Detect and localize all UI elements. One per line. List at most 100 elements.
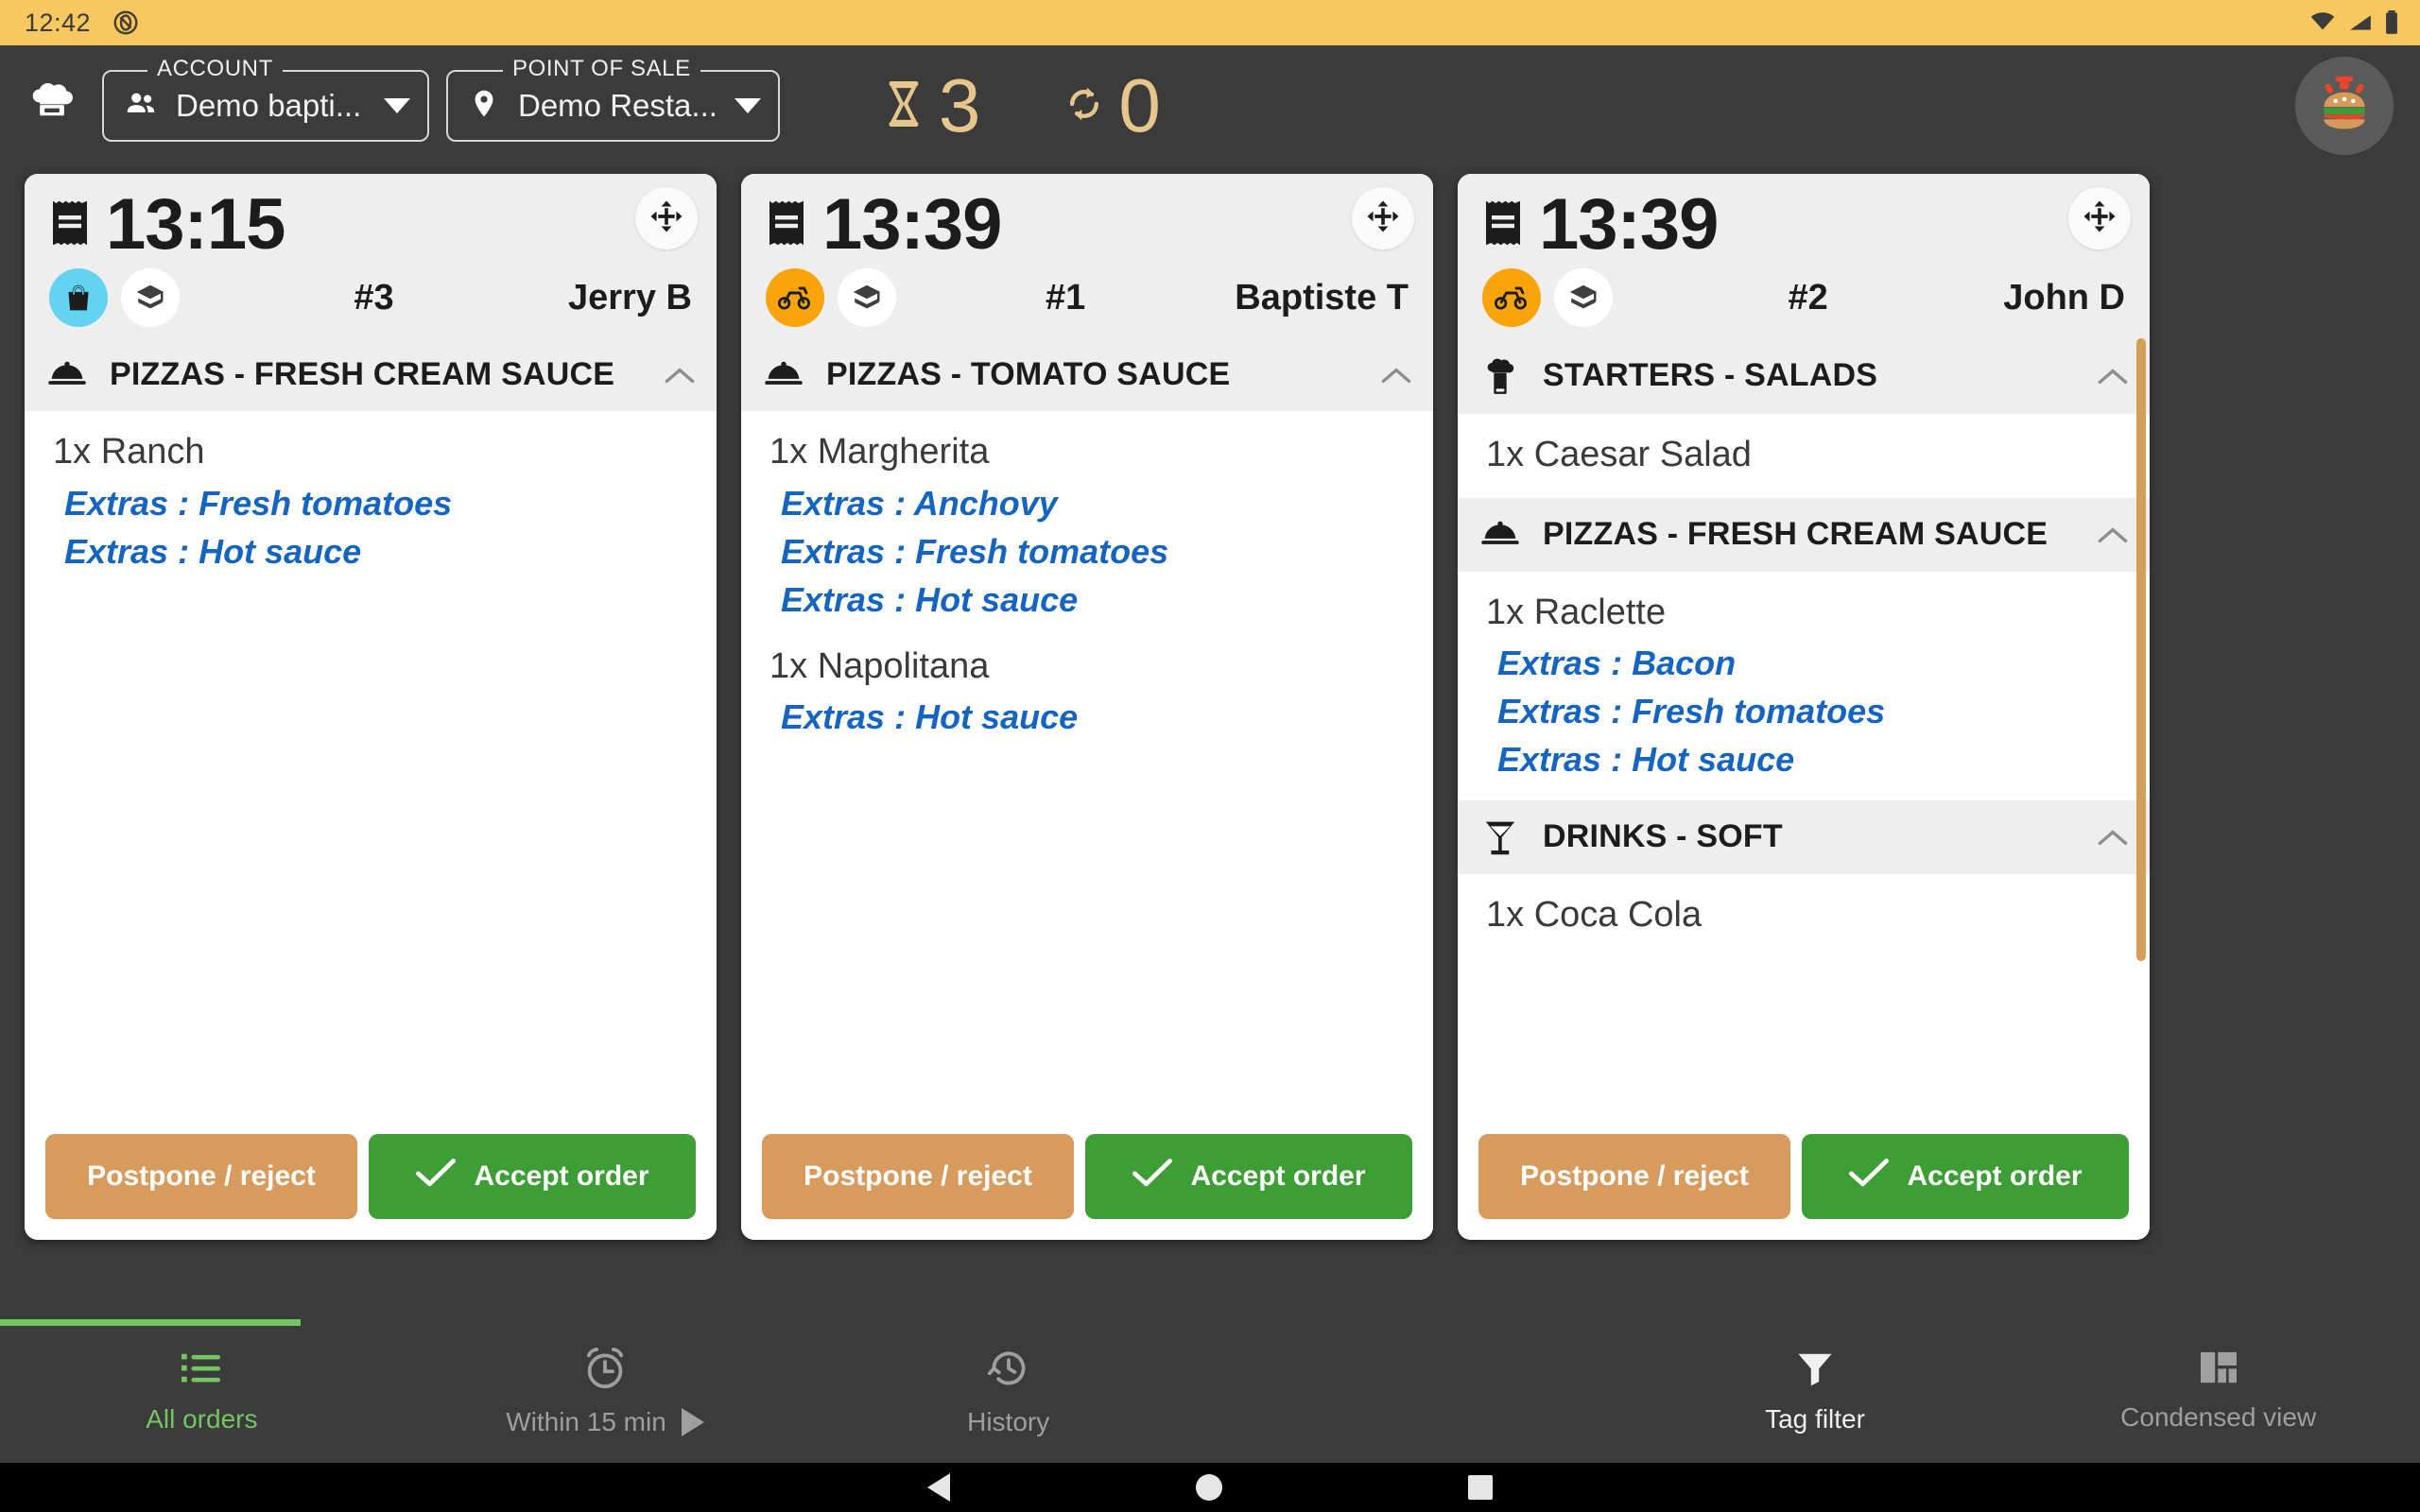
account-selector[interactable]: ACCOUNT Demo bapti... — [102, 56, 429, 142]
order-number: #1 — [1046, 277, 1086, 318]
home-circle-icon[interactable] — [1196, 1474, 1222, 1501]
nav-label-history: History — [967, 1406, 1050, 1436]
order-time: 13:39 — [1539, 184, 1719, 265]
order-item-name: 1x Caesar Salad — [1486, 435, 1752, 474]
order-card-header: 13:39 #2 John D — [1458, 174, 2150, 338]
receipt-icon — [1482, 198, 1524, 252]
accept-order-label: Accept order — [1907, 1160, 2083, 1192]
accept-order-button[interactable]: Accept order — [369, 1134, 696, 1219]
order-item-name: 1x Margherita — [769, 432, 990, 472]
category-title: PIZZAS - FRESH CREAM SAUCE — [110, 356, 615, 392]
postpone-reject-button[interactable]: Postpone / reject — [762, 1134, 1074, 1219]
order-card[interactable]: 13:15 #3 Jerry B PIZZAS - FRESH CREAM SA… — [25, 174, 717, 1240]
order-card-actions: Postpone / reject Accept order — [25, 1117, 717, 1240]
recents-square-icon[interactable] — [1468, 1475, 1493, 1500]
order-item: 1x Napolitana Extras : Hot sauce — [769, 641, 1405, 741]
order-item-extra: Extras : Hot sauce — [64, 531, 362, 571]
order-item-name: 1x Raclette — [1486, 592, 1667, 632]
order-card-body: PIZZAS - FRESH CREAM SAUCE 1x Ranch Extr… — [25, 338, 717, 1117]
category-header[interactable]: STARTERS - SALADS — [1458, 338, 2150, 414]
pending-orders-count: 3 — [938, 63, 981, 147]
order-card-scrollbar-thumb[interactable] — [2136, 338, 2146, 962]
nav-item-condensed-view[interactable]: Condensed view — [2016, 1319, 2420, 1463]
check-icon — [415, 1157, 457, 1196]
order-channel-badge — [121, 268, 180, 327]
status-bar-system-icons — [2308, 0, 2399, 45]
order-card[interactable]: 13:39 #1 Baptiste T PIZZAS - TOMATO SAUC… — [741, 174, 1433, 1240]
accept-order-button[interactable]: Accept order — [1802, 1134, 2129, 1219]
order-time: 13:15 — [106, 184, 285, 265]
android-system-navigation — [0, 1463, 2420, 1512]
category-items: 1x Caesar Salad — [1458, 414, 2150, 499]
category-items: 1x Ranch Extras : Fresh tomatoes Extras … — [25, 411, 717, 593]
orders-list: 13:15 #3 Jerry B PIZZAS - FRESH CREAM SA… — [0, 166, 2420, 1247]
postpone-reject-button[interactable]: Postpone / reject — [1478, 1134, 1790, 1219]
hourglass-icon — [882, 78, 925, 134]
chevron-up-icon[interactable] — [2097, 367, 2129, 386]
move-order-button[interactable] — [2068, 187, 2131, 249]
order-type-badge-delivery — [1482, 268, 1541, 327]
order-card-body: STARTERS - SALADS 1x Caesar Salad PIZZAS… — [1458, 338, 2150, 1117]
move-arrows-icon — [2082, 198, 2118, 239]
category-header[interactable]: PIZZAS - FRESH CREAM SAUCE — [1458, 498, 2150, 572]
order-channel-badge — [838, 268, 896, 327]
app-header: ACCOUNT Demo bapti... POINT OF SALE Demo… — [0, 45, 2420, 166]
chef-hat-icon — [1478, 355, 1522, 397]
signal-icon — [2350, 15, 2371, 30]
order-item-extra: Extras : Fresh tomatoes — [64, 483, 453, 523]
nav-label-tag-filter: Tag filter — [1765, 1403, 1865, 1434]
nav-label-all-orders: All orders — [146, 1403, 258, 1434]
move-order-button[interactable] — [635, 187, 698, 249]
order-item: 1x Coca Cola — [1486, 889, 2121, 941]
nav-item-all-orders[interactable]: All orders — [0, 1319, 404, 1463]
chef-hat-icon — [23, 77, 81, 135]
bottom-navigation: All orders Within 15 min History Tag fil… — [0, 1319, 2420, 1463]
cloche-icon — [45, 360, 89, 390]
category-items: 1x Raclette Extras : Bacon Extras : Fres… — [1458, 571, 2150, 800]
header-counters: 3 0 — [882, 68, 1161, 144]
check-icon — [1848, 1157, 1890, 1196]
postpone-reject-button[interactable]: Postpone / reject — [45, 1134, 357, 1219]
order-item-name: 1x Napolitana — [769, 645, 990, 686]
back-triangle-icon[interactable] — [927, 1473, 950, 1502]
order-time: 13:39 — [822, 184, 1002, 265]
category-header[interactable]: PIZZAS - FRESH CREAM SAUCE — [25, 338, 717, 412]
cloche-icon — [1478, 520, 1522, 550]
order-item-extra: Extras : Hot sauce — [781, 696, 1079, 736]
order-card-scrollbar[interactable] — [2136, 338, 2146, 1117]
category-header[interactable]: DRINKS - SOFT — [1458, 799, 2150, 874]
nav-item-tag-filter[interactable]: Tag filter — [1614, 1319, 2017, 1463]
nav-item-within-15-min[interactable]: Within 15 min — [404, 1319, 807, 1463]
nav-item-history[interactable]: History — [806, 1319, 1210, 1463]
chevron-up-icon[interactable] — [2097, 828, 2129, 847]
chevron-up-icon[interactable] — [1380, 366, 1412, 385]
category-items: 1x Coca Cola — [1458, 873, 2150, 959]
order-number: #3 — [354, 277, 394, 318]
order-card-body: PIZZAS - TOMATO SAUCE 1x Margherita Extr… — [741, 338, 1433, 1117]
avatar[interactable] — [2295, 57, 2394, 155]
move-order-button[interactable] — [1352, 187, 1414, 249]
accept-order-button[interactable]: Accept order — [1085, 1134, 1412, 1219]
point-of-sale-selector-value: Demo Resta... — [518, 88, 717, 123]
play-triangle-icon[interactable] — [681, 1407, 704, 1436]
syncing-orders-count: 0 — [1118, 63, 1161, 147]
order-card[interactable]: 13:39 #2 John D STARTERS - SALADS 1x Cae… — [1458, 174, 2150, 1240]
receipt-icon — [766, 198, 807, 252]
order-item-extra: Extras : Fresh tomatoes — [781, 531, 1169, 571]
sync-icon — [1063, 83, 1105, 129]
pending-orders-counter: 3 — [882, 63, 981, 147]
category-header[interactable]: PIZZAS - TOMATO SAUCE — [741, 338, 1433, 412]
point-of-sale-selector-legend: POINT OF SALE — [503, 56, 700, 82]
android-status-bar: 12:42 — [0, 0, 2420, 45]
chevron-up-icon[interactable] — [664, 366, 696, 385]
alarm-clock-icon — [582, 1346, 628, 1396]
cloche-icon — [762, 360, 805, 390]
move-arrows-icon — [648, 198, 684, 239]
people-icon — [123, 86, 159, 127]
chevron-up-icon[interactable] — [2097, 525, 2129, 544]
nav-label-within-15-min: Within 15 min — [506, 1406, 666, 1436]
point-of-sale-selector[interactable]: POINT OF SALE Demo Resta... — [446, 56, 780, 142]
category-title: STARTERS - SALADS — [1543, 357, 1878, 394]
location-pin-icon — [467, 87, 501, 126]
receipt-icon — [49, 198, 91, 252]
